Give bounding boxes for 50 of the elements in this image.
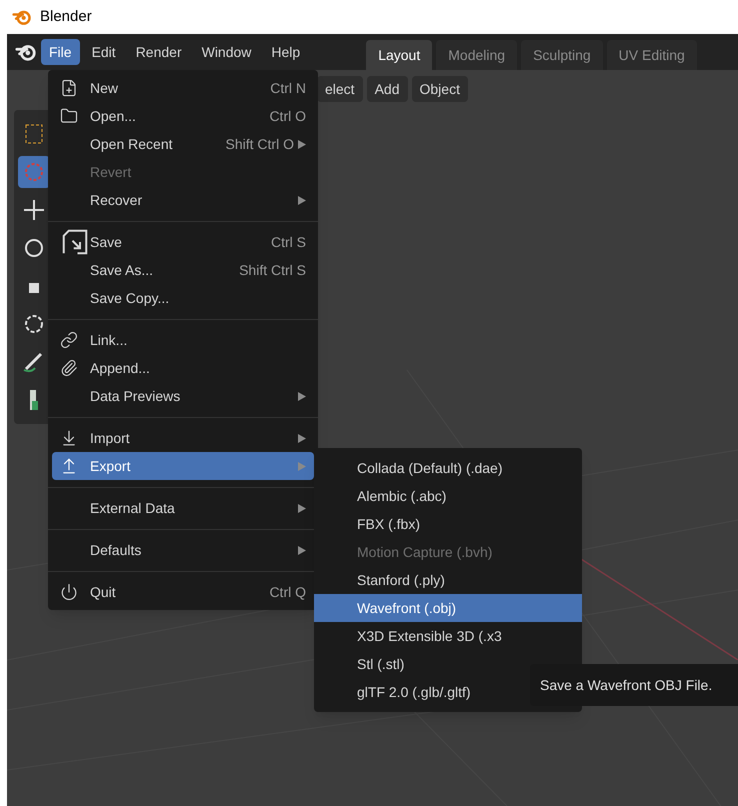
paperclip-icon [60, 359, 78, 377]
chain-link-icon [60, 331, 78, 349]
menu-item[interactable]: Collada (Default) (.dae) [314, 454, 582, 482]
menu-item[interactable]: Save Copy... [52, 284, 314, 312]
header-menu-button[interactable]: Object [412, 76, 468, 102]
shortcut-label: Ctrl Q [269, 582, 306, 602]
menu-item[interactable]: Open Recent Shift Ctrl O [52, 130, 314, 158]
save-icon [60, 227, 90, 257]
workspace-tab[interactable]: Layout [366, 40, 432, 70]
workspace-tab[interactable]: Modeling [436, 40, 518, 70]
menu-item[interactable]: Quit Ctrl Q [52, 578, 314, 606]
menu-item[interactable]: External Data [52, 494, 314, 522]
menu-button[interactable]: Window [194, 39, 260, 65]
menu-button[interactable]: File [41, 39, 80, 65]
menu-item[interactable]: Wavefront (.obj) [314, 594, 582, 622]
menu-item[interactable]: Stanford (.ply) [314, 566, 582, 594]
workspace-tab[interactable]: UV Editing [606, 40, 697, 70]
shortcut-label: Ctrl O [269, 106, 306, 126]
new-file-icon [60, 79, 78, 97]
menu-item[interactable]: Export [52, 452, 314, 480]
header-menu-button[interactable]: elect [317, 76, 363, 102]
menu-button[interactable]: Help [263, 39, 308, 65]
menu-item[interactable]: FBX (.fbx) [314, 510, 582, 538]
menu-button[interactable]: Edit [84, 39, 124, 65]
export-arrow-icon [60, 457, 78, 475]
menu-item[interactable]: Recover [52, 186, 314, 214]
shortcut-label: Ctrl S [271, 232, 306, 252]
menu-item[interactable]: Data Previews [52, 382, 314, 410]
menu-item[interactable]: Link... [52, 326, 314, 354]
import-arrow-icon [60, 429, 78, 447]
workspace-tab[interactable]: Sculpting [521, 40, 603, 70]
menu-item[interactable]: Import [52, 424, 314, 452]
menu-item[interactable]: Save As... Shift Ctrl S [52, 256, 314, 284]
shortcut-label: Ctrl N [270, 78, 306, 98]
shortcut-label: Shift Ctrl O [226, 134, 294, 154]
window-title: Blender [40, 6, 92, 27]
power-icon [60, 583, 78, 601]
menu-item[interactable]: New Ctrl N [52, 74, 314, 102]
menu-item[interactable]: Alembic (.abc) [314, 482, 582, 510]
cursor-tool-icon[interactable] [18, 156, 50, 188]
menu-item[interactable]: Save Ctrl S [52, 228, 314, 256]
menu-item[interactable]: Open... Ctrl O [52, 102, 314, 130]
shortcut-label: Shift Ctrl S [239, 260, 306, 280]
menu-item[interactable]: X3D Extensible 3D (.x3 [314, 622, 582, 650]
menu-item[interactable]: Append... [52, 354, 314, 382]
header-menu-button[interactable]: Add [366, 76, 408, 102]
menu-button[interactable]: Render [128, 39, 190, 65]
menu-item[interactable]: Defaults [52, 536, 314, 564]
folder-icon [60, 107, 78, 125]
tooltip: Save a Wavefront OBJ File. [530, 664, 738, 706]
